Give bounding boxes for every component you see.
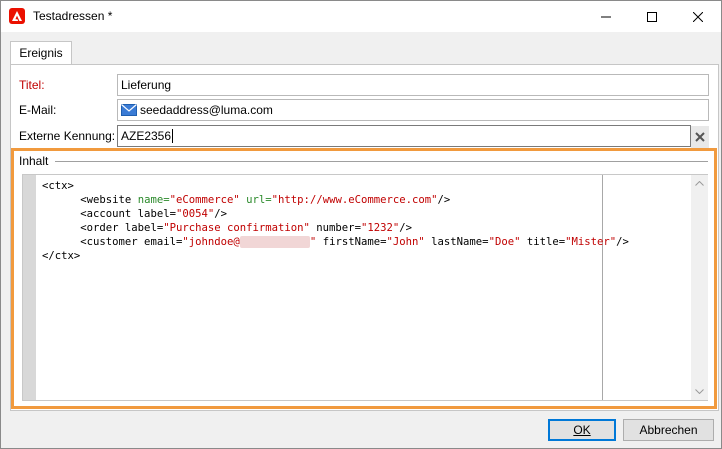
maximize-button[interactable] xyxy=(629,1,675,32)
title-input[interactable]: Lieferung xyxy=(117,74,709,96)
cancel-button[interactable]: Abbrechen xyxy=(623,419,714,441)
code-line: </ctx> xyxy=(42,250,81,262)
email-label: E-Mail: xyxy=(19,103,57,117)
external-id-value: AZE2356 xyxy=(121,129,172,143)
clear-icon xyxy=(695,132,705,142)
envelope-icon xyxy=(121,103,137,116)
clear-field-button[interactable] xyxy=(691,126,709,148)
email-input[interactable]: seedaddress@luma.com xyxy=(117,99,709,121)
chevron-up-icon xyxy=(695,181,704,186)
editor-gutter xyxy=(23,175,36,400)
tab-ereignis[interactable]: Ereignis xyxy=(10,41,72,65)
redacted-domain: xxxxxxxxxxx xyxy=(239,236,310,248)
adobe-app-icon xyxy=(9,8,25,24)
maximize-icon xyxy=(647,11,657,22)
code-line: <website name="eCommerce" url="http://ww… xyxy=(80,194,451,206)
title-label: Titel: xyxy=(19,78,45,92)
close-icon xyxy=(693,11,703,22)
scroll-down-button[interactable] xyxy=(695,387,704,396)
close-button[interactable] xyxy=(675,1,721,32)
dialog-window: Testadressen * Ereignis Titel: Lieferung… xyxy=(0,0,722,449)
xml-content-editor[interactable]: <ctx> <website name="eCommerce" url="htt… xyxy=(22,174,708,401)
code-line: <customer email="johndoe@xxxxxxxxxxx" fi… xyxy=(80,236,629,248)
title-bar: Testadressen * xyxy=(1,1,721,32)
external-id-label: Externe Kennung: xyxy=(19,129,116,143)
chevron-down-icon xyxy=(695,389,704,394)
xml-code: <ctx> <website name="eCommerce" url="htt… xyxy=(42,179,629,263)
code-line: <order label="Purchase confirmation" num… xyxy=(80,222,412,234)
vertical-scrollbar[interactable] xyxy=(691,175,708,400)
content-label: Inhalt xyxy=(19,154,49,168)
window-title: Testadressen * xyxy=(33,9,113,23)
text-caret xyxy=(172,128,174,143)
minimize-icon xyxy=(601,16,611,17)
code-line: <ctx> xyxy=(42,180,74,192)
minimize-button[interactable] xyxy=(583,1,629,32)
content-group-divider xyxy=(55,161,708,162)
ok-button[interactable]: OK xyxy=(548,419,616,441)
external-id-input[interactable]: AZE2356 xyxy=(117,125,691,147)
code-line: <account label="0054"/> xyxy=(80,208,227,220)
title-value: Lieferung xyxy=(121,78,172,92)
scroll-up-button[interactable] xyxy=(695,179,704,188)
email-value: seedaddress@luma.com xyxy=(140,103,273,117)
